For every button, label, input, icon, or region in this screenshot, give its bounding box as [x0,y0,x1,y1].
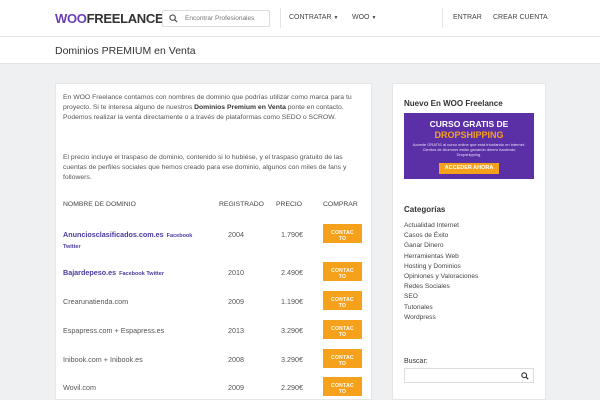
search-icon[interactable] [521,372,529,380]
categories-list: Actualidad Internet Casos de Éxito Ganar… [404,221,478,323]
registered-year: 2009 [228,297,244,306]
nav-contratar-label: CONTRATAR [289,14,332,21]
header-search[interactable] [162,10,270,27]
nav-crear-cuenta[interactable]: CREAR CUENTA [493,14,548,21]
domain-link[interactable]: Anunciosclasificados.com.es Facebook [63,230,192,239]
sidebar: Nuevo En WOO Freelance CURSO GRATIS DE D… [392,83,546,400]
dropshipping-banner[interactable]: CURSO GRATIS DE DROPSHIPPING Accede GRAT… [404,113,534,179]
divider [442,8,443,28]
contact-label-2: TO [338,302,347,309]
contact-button[interactable]: CONTAC TO [323,377,362,396]
table-row: Wovil.com 2009 2.290€ CONTAC TO [56,374,373,400]
category-link[interactable]: Redes Sociales [404,282,478,292]
banner-cta-button[interactable]: ACCEDER AHORA [439,163,499,174]
page-title: Dominios PREMIUM en Venta [55,45,196,57]
category-link[interactable]: Tutoriales [404,303,478,313]
price-info-paragraph: El precio incluye el traspaso de dominio… [63,154,347,181]
price: 2.490€ [281,268,303,277]
search-icon[interactable] [169,14,178,23]
search-input[interactable] [185,12,267,25]
chevron-down-icon: ▼ [333,15,339,21]
logo-freelance-text: FREELANCE [86,11,164,26]
social-tags: Facebook Twitter [119,271,164,277]
price: 2.290€ [281,383,303,392]
price: 1.790€ [281,230,303,239]
category-link[interactable]: Ganar Dinero [404,241,478,251]
category-link[interactable]: SEO [404,292,478,302]
registered-year: 2004 [228,230,244,239]
intro-bold-text: Dominios Premium en Venta [194,104,286,111]
social-tags: Twitter [63,244,81,250]
domain-name: Bajardepeso.es [63,268,117,277]
table-row: Crearunatienda.com 2009 1.190€ CONTAC TO [56,288,373,320]
nav-woo-label: WOO [352,14,370,21]
category-link[interactable]: Actualidad Internet [404,221,478,231]
contact-button[interactable]: CONTAC TO [323,320,362,339]
logo-woo-text: WOO [55,11,87,26]
contact-label-2: TO [338,273,347,280]
contact-button[interactable]: CONTAC TO [323,262,362,281]
site-logo[interactable]: WOOFREELANCE [55,11,164,26]
domain-link[interactable]: Bajardepeso.es Facebook Twitter [63,268,164,277]
column-header-buy: COMPRAR [323,201,358,208]
domain-name: Inibook.com + Inibook.es [63,355,143,364]
contact-label-2: TO [338,235,347,242]
top-navbar: WOOFREELANCE CONTRATAR▼ WOO▼ ENTRAR CREA… [0,0,600,37]
column-header-price: PRECIO [276,201,303,208]
column-header-registered: REGISTRADO [219,201,264,208]
categories-title: Categorías [404,205,446,214]
nav-woo[interactable]: WOO ▼ [352,14,376,21]
price: 3.290€ [281,355,303,364]
table-row: Anunciosclasificados.com.es Facebook Twit… [56,221,373,253]
category-link[interactable]: Wordpress [404,313,478,323]
domain-name: Espapress.com + Espapress.es [63,326,165,335]
table-row: Bajardepeso.es Facebook Twitter 2010 2.49… [56,259,373,291]
banner-line-2: DROPSHIPPING [434,130,504,140]
social-tags: Facebook [166,233,193,239]
registered-year: 2010 [228,268,244,277]
category-link[interactable]: Opiniones y Valoraciones [404,272,478,282]
banner-line-1: CURSO GRATIS DE [429,119,509,129]
domain-name: Crearunatienda.com [63,297,129,306]
nav-contratar[interactable]: CONTRATAR ▼ [289,14,338,21]
category-link[interactable]: Hosting y Dominios [404,262,478,272]
banner-description: Accede GRATIS al curso online que está t… [412,142,526,157]
sidebar-search-input[interactable] [404,368,534,383]
contact-button[interactable]: CONTAC TO [323,291,362,310]
contact-button[interactable]: CONTAC TO [323,224,362,243]
search-widget-title: Buscar: [404,358,428,365]
registered-year: 2009 [228,383,244,392]
nav-entrar[interactable]: ENTRAR [453,14,482,21]
price: 1.190€ [281,297,303,306]
domain-name: Wovil.com [63,383,97,392]
registered-year: 2013 [228,326,244,335]
domain-name: Anunciosclasificados.com.es [63,230,164,239]
contact-label-2: TO [338,331,347,338]
category-link[interactable]: Casos de Éxito [404,231,478,241]
contact-button[interactable]: CONTAC TO [323,349,362,368]
main-content: En WOO Freelance contamos con nombres de… [55,83,372,400]
category-link[interactable]: Herramientas Web [404,252,478,262]
new-widget-title: Nuevo En WOO Freelance [404,99,503,108]
contact-label-2: TO [338,388,347,395]
contact-label-2: TO [338,360,347,367]
column-header-domain: NOMBRE DE DOMINIO [63,201,136,208]
intro-paragraph: En WOO Freelance contamos con nombres de… [63,93,365,123]
divider [280,8,281,28]
page-title-bar: Dominios PREMIUM en Venta [0,37,600,64]
chevron-down-icon: ▼ [371,15,377,21]
table-row: Espapress.com + Espapress.es 2013 3.290€… [56,317,373,349]
price: 3.290€ [281,326,303,335]
registered-year: 2008 [228,355,244,364]
